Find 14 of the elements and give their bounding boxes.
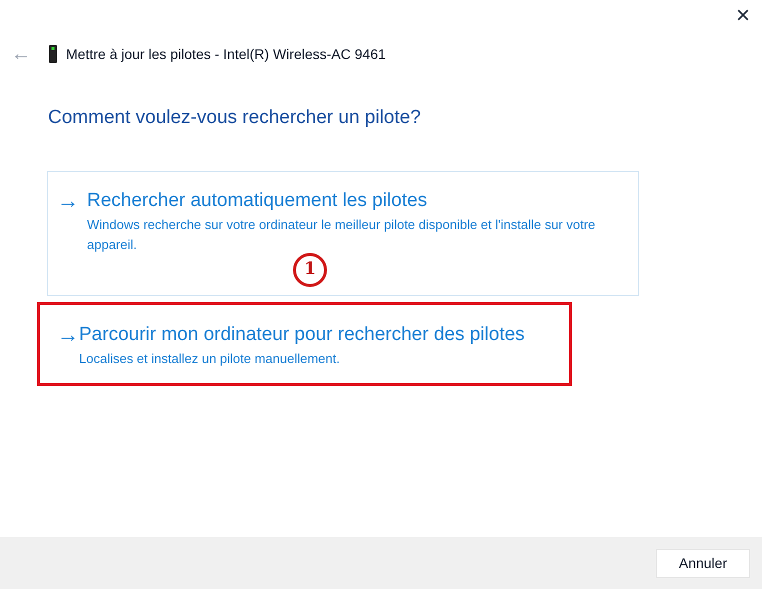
- option-title: Rechercher automatiquement les pilotes: [87, 190, 428, 212]
- close-button[interactable]: ×: [734, 4, 752, 34]
- option-description: Localises et installez un pilote manuellement.: [79, 350, 341, 368]
- window-title: Mettre à jour les pilotes - Intel(R) Wireless-AC 9461: [66, 44, 386, 64]
- option-title: Parcourir mon ordinateur pour rechercher des pilotes: [79, 324, 526, 346]
- back-button[interactable]: ←: [8, 39, 34, 69]
- network-adapter-icon: [48, 45, 58, 63]
- arrow-icon: →: [57, 190, 87, 212]
- step-callout: 1: [293, 253, 327, 287]
- option-card[interactable]: →Parcourir mon ordinateur pour rechercher des pilotes Localises et installez un pilote manuellement.: [47, 304, 569, 382]
- dialog-heading: Comment voulez-vous rechercher un pilote?: [48, 106, 422, 130]
- option-description: Windows recherche sur votre ordinateur le meilleur pilote disponible et l'installe sur votre appareil.: [87, 216, 596, 254]
- arrow-icon: →: [57, 324, 79, 346]
- cancel-button[interactable]: Annuler: [656, 548, 750, 578]
